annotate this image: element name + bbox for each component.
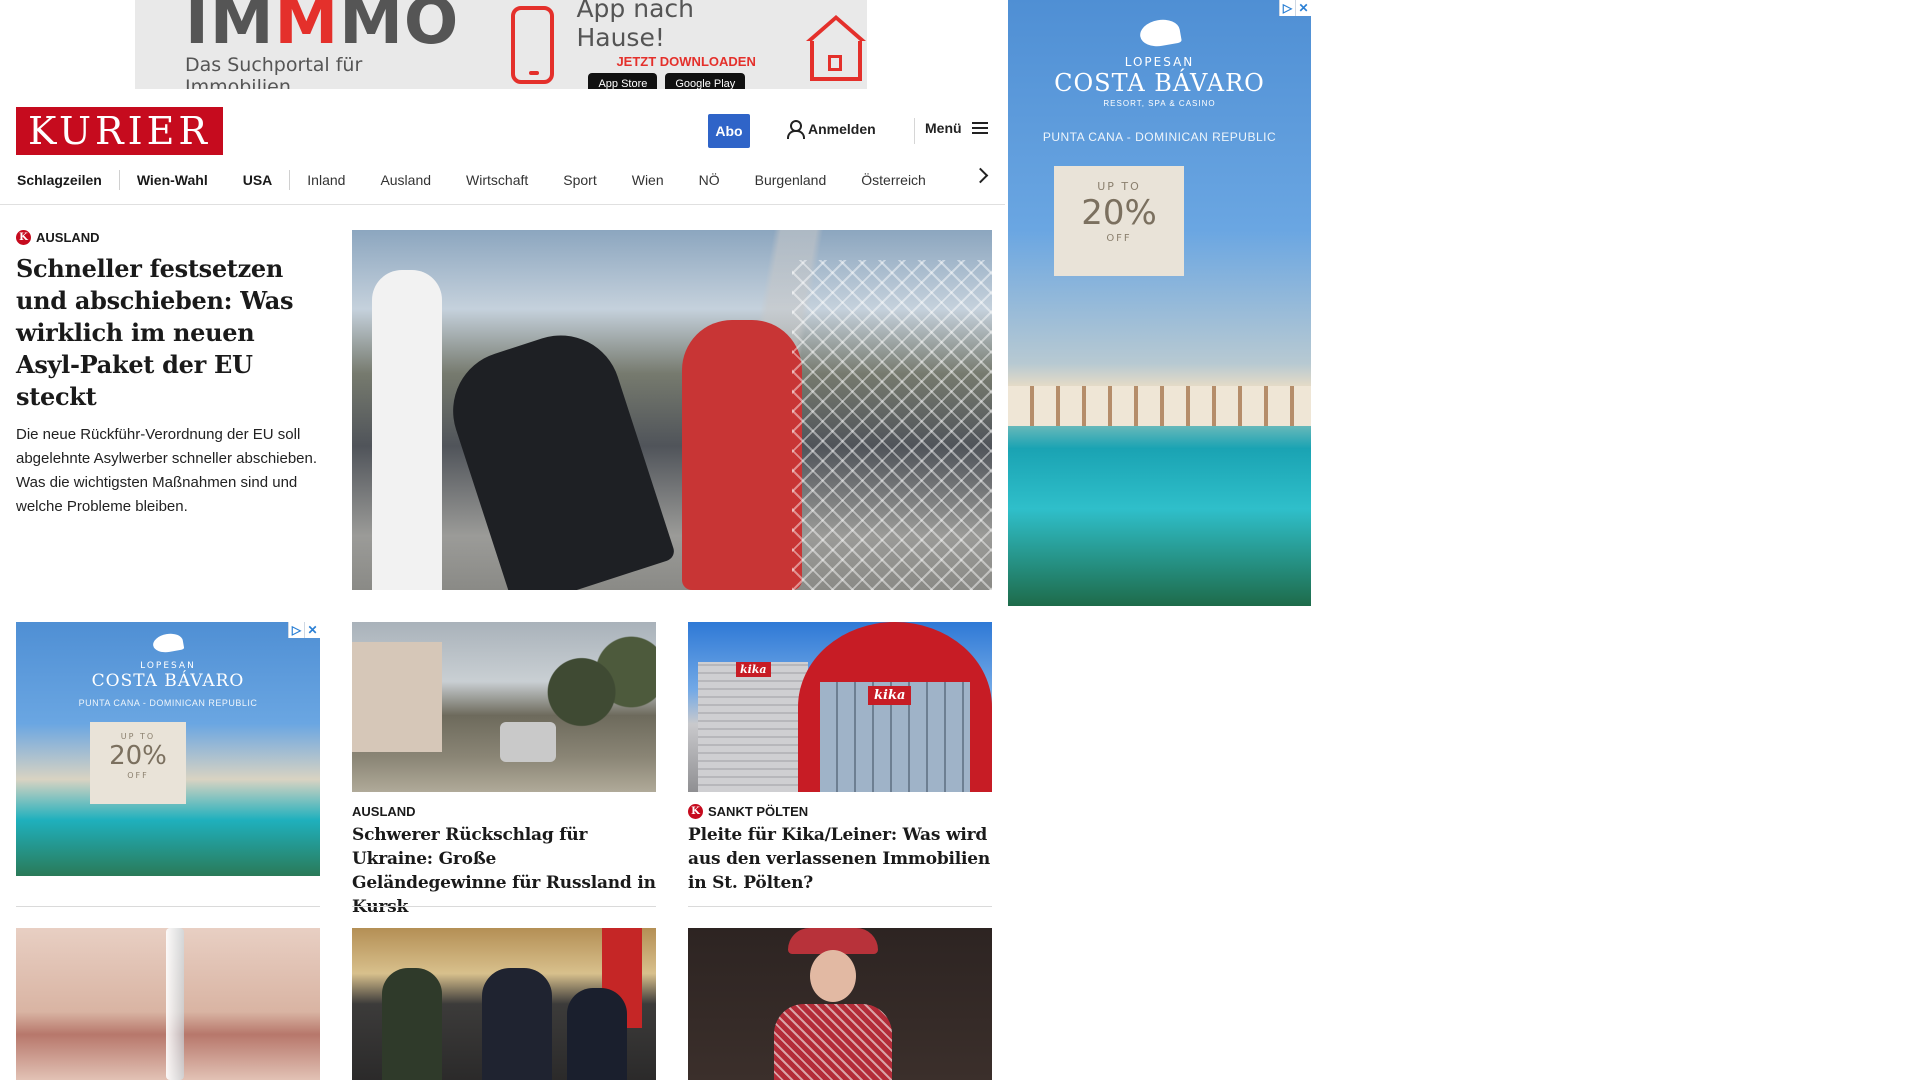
kika-sign: kika — [868, 686, 912, 705]
resort-name: COSTA BÁVARO — [1054, 69, 1265, 97]
article-card[interactable]: AUSLAND Schwerer Rückschlag für Ukraine:… — [352, 622, 656, 919]
kurier-logo[interactable]: KURIER — [16, 107, 223, 155]
article-headline[interactable]: Pleite für Kika/Leiner: Was wird aus den… — [688, 823, 992, 895]
nav-item-schlagzeilen[interactable]: Schlagzeilen — [17, 172, 102, 188]
row-divider — [688, 906, 992, 907]
lopesan-label: LOPESAN — [1124, 55, 1195, 69]
nav-item-oesterreich[interactable]: Österreich — [861, 172, 926, 188]
promo-off: OFF — [127, 771, 149, 780]
adchoices-icon[interactable]: ▷ — [1279, 0, 1295, 16]
login-button[interactable]: Anmelden — [786, 120, 876, 139]
kurier-homepage: IMMMO Das Suchportal für Immobilien App … — [0, 0, 1920, 1080]
resort-name: COSTA BÁVARO — [91, 671, 245, 691]
kurier-k-icon: K — [16, 230, 31, 245]
login-label: Anmelden — [808, 120, 876, 137]
nav-item-wirtschaft[interactable]: Wirtschaft — [466, 172, 528, 188]
nav-item-sport[interactable]: Sport — [563, 172, 596, 188]
nav-scroll-right-icon[interactable] — [972, 167, 989, 184]
article-image[interactable] — [16, 928, 320, 1080]
header-divider — [914, 118, 915, 144]
user-icon — [786, 120, 805, 139]
lopesan-brand: LOPESAN COSTA BÁVARO RESORT, SPA & CASIN… — [1008, 16, 1311, 108]
article-image[interactable] — [352, 928, 656, 1080]
promo-upto: UP TO — [120, 732, 156, 741]
row-divider — [16, 906, 320, 907]
inline-ad[interactable]: ▷ ✕ LOPESAN COSTA BÁVARO PUNTA CANA - DO… — [16, 622, 320, 876]
article-kicker-label: SANKT PÖLTEN — [708, 804, 809, 819]
house-icon — [800, 7, 867, 83]
resort-building — [1008, 386, 1311, 426]
lead-story[interactable]: K AUSLAND Schneller festsetzen und absch… — [16, 230, 321, 519]
nav-separator — [118, 170, 120, 190]
immmo-wordmark: IMMMO — [185, 0, 460, 59]
lead-kicker: K AUSLAND — [16, 230, 321, 245]
article-kicker: K SANKT PÖLTEN — [688, 804, 992, 819]
nav-item-burgenland[interactable]: Burgenland — [755, 172, 827, 188]
lead-headline[interactable]: Schneller festsetzen und abschieben: Was… — [16, 253, 321, 413]
phone-icon — [511, 5, 555, 84]
store-buttons: App Store Google Play — [588, 73, 746, 89]
resort-location: PUNTA CANA - DOMINICAN REPUBLIC — [1042, 130, 1277, 144]
app-promo-title: App nach Hause! — [576, 0, 694, 52]
promo-percent: 20% — [1081, 193, 1157, 233]
nav-item-ausland[interactable]: Ausland — [380, 172, 431, 188]
article-kicker: AUSLAND — [352, 804, 656, 819]
lopesan-brand: LOPESAN COSTA BÁVARO — [16, 631, 320, 691]
section-nav: Schlagzeilen Wien-Wahl USA Inland Auslan… — [17, 168, 961, 192]
resort-tagline: RESORT, SPA & CASINO — [1103, 99, 1216, 108]
app-store-button[interactable]: App Store — [588, 73, 658, 89]
lead-kicker-label: AUSLAND — [36, 230, 100, 245]
nav-divider — [0, 204, 1005, 205]
kika-sign: kika — [736, 662, 771, 677]
kurier-k-icon: K — [688, 804, 703, 819]
nav-item-wien-wahl[interactable]: Wien-Wahl — [137, 172, 208, 188]
app-promo-cta: JETZT DOWNLOADEN — [616, 54, 756, 69]
article-image[interactable]: kika kika — [688, 622, 992, 792]
row-divider — [352, 906, 656, 907]
promo-upto: UP TO — [1097, 180, 1141, 193]
lead-teaser: Die neue Rückführ-Verordnung der EU soll… — [16, 426, 318, 515]
bird-logo-icon — [1137, 16, 1182, 50]
promo-off: OFF — [1106, 233, 1132, 244]
close-ad-icon[interactable]: ✕ — [1295, 0, 1311, 16]
skyscraper-ad[interactable]: ▷ ✕ LOPESAN COSTA BÁVARO RESORT, SPA & C… — [1008, 0, 1311, 606]
nav-item-usa[interactable]: USA — [243, 172, 273, 188]
article-card[interactable]: kika kika K SANKT PÖLTEN Pleite für Kika… — [688, 622, 992, 895]
google-play-button[interactable]: Google Play — [665, 73, 746, 89]
abo-button[interactable]: Abo — [708, 114, 750, 148]
promo-box: UP TO 20% OFF — [90, 722, 186, 804]
article-headline[interactable]: Schwerer Rückschlag für Ukraine: Große G… — [352, 823, 656, 919]
nav-item-wien[interactable]: Wien — [632, 172, 664, 188]
immmo-tagline: Das Suchportal für Immobilien — [185, 53, 363, 90]
nav-separator — [289, 170, 291, 190]
adchoices-badge[interactable]: ▷ ✕ — [1279, 0, 1311, 16]
resort-location: PUNTA CANA - DOMINICAN REPUBLIC — [78, 698, 258, 708]
menu-label: Menü — [925, 120, 962, 136]
article-kicker-label: AUSLAND — [352, 804, 416, 819]
promo-percent: 20% — [109, 741, 167, 771]
lopesan-label: LOPESAN — [140, 661, 196, 671]
nav-item-noe[interactable]: NÖ — [699, 172, 720, 188]
app-promo: App nach Hause! JETZT DOWNLOADEN App Sto… — [576, 0, 774, 89]
article-image[interactable] — [688, 928, 992, 1080]
article-image[interactable] — [352, 622, 656, 792]
promo-box: UP TO 20% OFF — [1054, 166, 1184, 276]
bird-logo-icon — [151, 631, 185, 655]
nav-item-inland[interactable]: Inland — [307, 172, 345, 188]
menu-button[interactable]: Menü — [925, 120, 988, 136]
immmo-logo: IMMMO Das Suchportal für Immobilien — [185, 0, 459, 89]
top-banner-ad[interactable]: IMMMO Das Suchportal für Immobilien App … — [135, 0, 867, 89]
lead-image[interactable] — [352, 230, 992, 590]
hamburger-icon — [971, 122, 988, 134]
